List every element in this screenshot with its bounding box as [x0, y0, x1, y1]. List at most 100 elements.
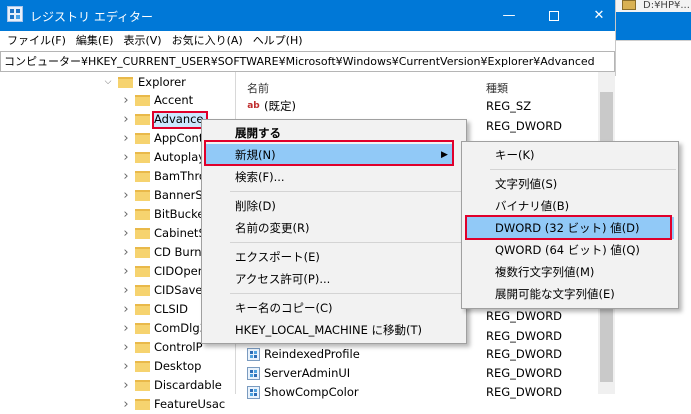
minimize-button[interactable]: — — [486, 0, 532, 31]
tree-item-discardable[interactable]: › Discardable — [0, 376, 236, 395]
tree-item-label: AppConti — [154, 131, 207, 145]
tree-item-featureusac[interactable]: › FeatureUsac — [0, 395, 236, 414]
value-type: REG_DWORD — [486, 309, 563, 323]
tree-item-label: CabinetS — [154, 226, 206, 240]
window-title: レジストリ エディター — [30, 10, 153, 24]
column-header-name[interactable]: 名前 — [247, 80, 269, 96]
menu-separator — [230, 293, 462, 294]
chevron-right-icon[interactable]: › — [121, 281, 131, 300]
tree-item-label: Discardable — [154, 378, 222, 392]
submenu-item-expandable-string-value[interactable]: 展開可能な文字列値(E) — [462, 283, 678, 305]
chevron-right-icon[interactable]: › — [121, 91, 131, 110]
chevron-right-icon[interactable]: › — [121, 376, 131, 395]
folder-icon — [622, 0, 636, 10]
title-bar: レジストリ エディター — ✕ — [0, 0, 615, 31]
menu-favorites[interactable]: お気に入り(A) — [167, 31, 248, 51]
menu-help[interactable]: ヘルプ(H) — [248, 31, 308, 51]
menu-item-new[interactable]: 新規(N) ▶ — [206, 144, 453, 166]
chevron-right-icon[interactable]: › — [121, 110, 131, 129]
folder-icon — [135, 95, 150, 106]
tree-item-label: BamThro — [154, 169, 206, 183]
submenu-item-multi-string-value[interactable]: 複数行文字列値(M) — [462, 261, 678, 283]
folder-icon — [135, 228, 150, 239]
chevron-right-icon: ▶ — [441, 150, 448, 160]
chevron-down-icon[interactable]: ⌵ — [103, 73, 113, 92]
maximize-icon — [549, 10, 559, 21]
folder-icon — [118, 77, 133, 88]
folder-icon — [135, 171, 150, 182]
menu-item-permissions[interactable]: アクセス許可(P)... — [202, 268, 466, 290]
value-type: REG_DWORD — [486, 385, 563, 399]
submenu-item-dword-value[interactable]: DWORD (32 ビット) 値(D) — [466, 217, 674, 239]
chevron-right-icon[interactable]: › — [121, 167, 131, 186]
submenu-item-key[interactable]: キー(K) — [462, 144, 678, 166]
value-name: (既定) — [264, 99, 296, 113]
tree-item-explorer[interactable]: ⌵ Explorer — [0, 73, 235, 92]
menu-item-copy-key-name[interactable]: キー名のコピー(C) — [202, 297, 466, 319]
menu-bar: ファイル(F) 編集(E) 表示(V) お気に入り(A) ヘルプ(H) — [0, 31, 615, 51]
chevron-right-icon[interactable]: › — [121, 186, 131, 205]
context-menu: 展開する 新規(N) ▶ 検索(F)... 削除(D) 名前の変更(R) エクス… — [201, 119, 467, 344]
folder-icon — [135, 152, 150, 163]
list-row[interactable]: ReindexedProfile REG_DWORD — [247, 345, 597, 364]
folder-icon — [135, 399, 150, 410]
submenu-item-qword-value[interactable]: QWORD (64 ビット) 値(Q) — [462, 239, 678, 261]
folder-icon — [135, 190, 150, 201]
binary-value-icon — [247, 386, 260, 399]
tree-item-desktop[interactable]: › Desktop — [0, 357, 236, 376]
background-window-body — [616, 40, 691, 76]
menu-item-find[interactable]: 検索(F)... — [202, 166, 466, 188]
value-type: REG_SZ — [486, 99, 532, 113]
menu-item-expand[interactable]: 展開する — [202, 122, 466, 144]
background-window[interactable]: D:¥HP¥... — [615, 0, 691, 76]
chevron-right-icon[interactable]: › — [121, 395, 131, 414]
tree-item-label: ComDlg3 — [154, 321, 207, 335]
menu-file[interactable]: ファイル(F) — [2, 31, 71, 51]
chevron-right-icon[interactable]: › — [121, 262, 131, 281]
background-window-titlebar — [616, 12, 691, 40]
regedit-app-icon — [7, 6, 23, 22]
folder-icon — [135, 285, 150, 296]
value-type: REG_DWORD — [486, 366, 563, 380]
tree-item-label: Advance — [154, 112, 204, 126]
list-row[interactable]: ab (既定) REG_SZ — [247, 97, 597, 116]
submenu-item-string-value[interactable]: 文字列値(S) — [462, 173, 678, 195]
chevron-right-icon[interactable]: › — [121, 338, 131, 357]
value-name: ServerAdminUI — [264, 366, 351, 380]
column-header-type[interactable]: 種類 — [486, 80, 508, 96]
chevron-right-icon[interactable]: › — [121, 205, 131, 224]
menu-view[interactable]: 表示(V) — [118, 31, 166, 51]
ab-string-icon: ab — [247, 100, 260, 113]
chevron-right-icon[interactable]: › — [121, 129, 131, 148]
maximize-button[interactable] — [531, 0, 577, 31]
menu-separator — [230, 191, 462, 192]
chevron-right-icon[interactable]: › — [121, 357, 131, 376]
menu-edit[interactable]: 編集(E) — [71, 31, 119, 51]
folder-icon — [135, 380, 150, 391]
folder-icon — [135, 361, 150, 372]
menu-item-export[interactable]: エクスポート(E) — [202, 246, 466, 268]
chevron-right-icon[interactable]: › — [121, 319, 131, 338]
binary-value-icon — [247, 367, 260, 380]
folder-icon — [135, 247, 150, 258]
chevron-right-icon[interactable]: › — [121, 300, 131, 319]
menu-item-rename[interactable]: 名前の変更(R) — [202, 217, 466, 239]
folder-icon — [135, 114, 150, 125]
value-type: REG_DWORD — [486, 347, 563, 361]
tree-item-label: ControlP — [154, 340, 203, 354]
chevron-right-icon[interactable]: › — [121, 148, 131, 167]
folder-icon — [135, 304, 150, 315]
list-row[interactable]: ServerAdminUI REG_DWORD — [247, 364, 597, 383]
tree-item-accent[interactable]: › Accent — [0, 91, 236, 110]
value-name: ShowCompColor — [264, 385, 359, 399]
submenu-item-binary-value[interactable]: バイナリ値(B) — [462, 195, 678, 217]
menu-item-delete[interactable]: 削除(D) — [202, 195, 466, 217]
address-bar[interactable]: コンピューター¥HKEY_CURRENT_USER¥SOFTWARE¥Micro… — [0, 51, 615, 72]
value-type: REG_DWORD — [486, 119, 563, 133]
menu-item-goto-hklm[interactable]: HKEY_LOCAL_MACHINE に移動(T) — [202, 319, 466, 341]
chevron-right-icon[interactable]: › — [121, 243, 131, 262]
chevron-right-icon[interactable]: › — [121, 224, 131, 243]
tree-item-label: Explorer — [138, 75, 186, 89]
folder-icon — [135, 342, 150, 353]
list-row[interactable]: ShowCompColor REG_DWORD — [247, 383, 597, 402]
